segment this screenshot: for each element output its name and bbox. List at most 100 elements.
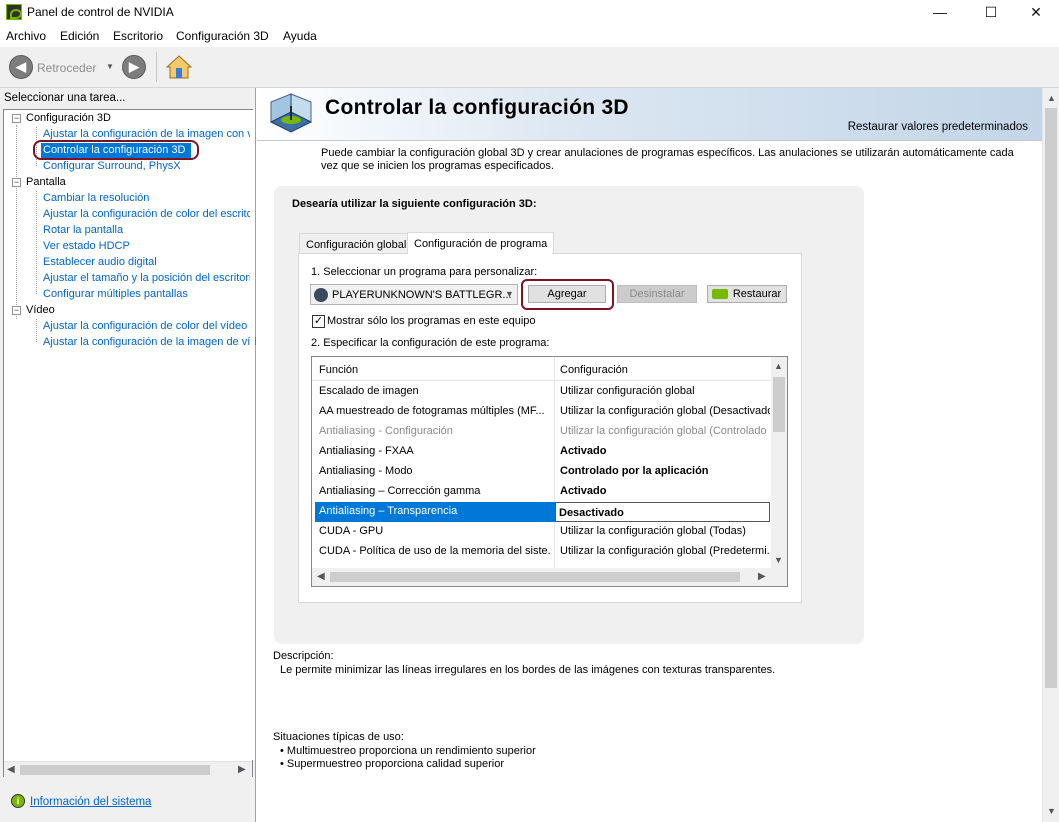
tree-item-imagen-video[interactable]: Ajustar la configuración de la imagen de… [43,336,256,348]
menu-edicion[interactable]: Edición [60,29,99,43]
scroll-thumb[interactable] [20,765,210,775]
tree-horizontal-scrollbar[interactable]: ◀ ▶ [4,761,252,777]
tree-clip [250,110,255,760]
collapse-icon[interactable]: − [12,114,21,123]
restore-program-button[interactable]: Restaurar [707,285,787,303]
tree-item-tamano[interactable]: Ajustar el tamaño y la posición del escr… [43,272,251,284]
usage-item: • Supermuestreo proporciona calidad supe… [280,758,504,770]
setting-row[interactable]: CUDA - GPU Utilizar la configuración glob… [312,522,771,542]
scroll-right-icon[interactable]: ▶ [758,571,766,582]
scroll-up-icon[interactable]: ▲ [1047,93,1056,103]
window-title: Panel de control de NVIDIA [27,5,174,19]
system-info-icon[interactable]: i [11,794,25,808]
nvidia-logo-icon [6,4,22,20]
setting-row[interactable]: Antialiasing – Corrección gamma Activado [312,482,771,502]
forward-arrow-icon[interactable]: ▶ [122,55,146,79]
uninstall-button[interactable]: Desinstalar [617,285,697,303]
menu-configuracion-3d[interactable]: Configuración 3D [176,29,269,43]
usage-label: Situaciones típicas de uso: [273,731,404,743]
show-only-label: Mostrar sólo los programas en este equip… [327,315,536,327]
scroll-left-icon[interactable]: ◀ [7,764,15,775]
toolbar: ◀ Retroceder ▼ ▶ [0,47,1059,88]
menu-escritorio[interactable]: Escritorio [113,29,163,43]
select-task-label: Seleccionar una tarea... [4,92,126,104]
restore-defaults-link[interactable]: Restaurar valores predeterminados [848,121,1028,133]
grid-horizontal-scrollbar[interactable]: ◀ ▶ [312,568,787,586]
chevron-down-icon: ▼ [505,289,514,299]
tree-item-pantalla[interactable]: Pantalla [26,176,66,188]
tree-item-hdcp[interactable]: Ver estado HDCP [43,240,130,252]
title-bar: Panel de control de NVIDIA — ☐ ✕ [0,0,1059,24]
program-select-value: PLAYERUNKNOWN'S BATTLEGR... [332,289,512,301]
collapse-icon[interactable]: − [12,178,21,187]
minimize-button[interactable]: — [917,0,963,24]
tree-item-resolucion[interactable]: Cambiar la resolución [43,192,149,204]
toolbar-separator [156,52,157,82]
scroll-left-icon[interactable]: ◀ [317,571,325,582]
scroll-thumb[interactable] [773,377,785,432]
highlight-ring [33,140,199,160]
tree-item-multiples[interactable]: Configurar múltiples pantallas [43,288,188,300]
setting-row[interactable]: CUDA - Política de uso de la memoria del… [312,542,771,562]
tree-item-configuracion-3d[interactable]: Configuración 3D [26,112,111,124]
menu-archivo[interactable]: Archivo [6,29,46,43]
scroll-thumb[interactable] [330,572,740,582]
settings-grid: Función Configuración Escalado de imagen… [311,356,788,587]
system-info-link[interactable]: Información del sistema [30,796,151,808]
close-button[interactable]: ✕ [1013,0,1059,24]
history-dropdown-icon[interactable]: ▼ [106,62,114,71]
content-vertical-scrollbar[interactable]: ▲ ▼ [1042,88,1059,822]
show-only-checkbox[interactable]: ✓ [312,315,325,328]
tree-item-rotar[interactable]: Rotar la pantalla [43,224,123,236]
setting-row[interactable]: Escalado de imagen Utilizar configuración… [312,382,771,402]
tree-item-ajustar-imagen[interactable]: Ajustar la configuración de la imagen co… [43,128,253,140]
tree-item-audio[interactable]: Establecer audio digital [43,256,157,268]
setting-row[interactable]: Antialiasing - FXAA Activado [312,442,771,462]
tree-line [16,125,17,319]
tab-configuracion-global[interactable]: Configuración global [299,233,414,254]
setting-row[interactable]: Antialiasing - Modo Controlado por la apl… [312,462,771,482]
nvidia-icon [712,289,728,299]
setting-row-selected[interactable]: Antialiasing – Transparencia Desactivado [312,502,771,522]
setting-row[interactable]: AA muestreado de fotogramas múltiples (M… [312,402,771,422]
setting-row[interactable]: Antialiasing - Configuración Utilizar la … [312,422,771,442]
column-divider[interactable] [554,357,555,381]
grid-header: Función Configuración [312,357,771,381]
tree-item-color-video[interactable]: Ajustar la configuración de color del ví… [43,320,247,332]
scroll-down-icon[interactable]: ▼ [774,555,783,565]
step2-label: 2. Especificar la configuración de este … [311,337,550,349]
column-header-setting[interactable]: Configuración [560,364,628,376]
intro-text: Puede cambiar la configuración global 3D… [321,147,1014,172]
tree-line [36,319,37,342]
3d-settings-icon [267,92,315,138]
highlight-ring [521,279,614,310]
tab-configuracion-programa[interactable]: Configuración de programa [407,232,555,254]
scroll-thumb[interactable] [1045,108,1057,688]
grid-vertical-scrollbar[interactable]: ▲ ▼ [771,357,787,569]
home-icon[interactable] [165,54,193,80]
collapse-icon[interactable]: − [12,306,21,315]
menu-ayuda[interactable]: Ayuda [283,29,317,43]
back-label[interactable]: Retroceder [37,61,96,75]
menu-bar: Archivo Edición Escritorio Configuración… [0,25,1059,47]
step1-label: 1. Seleccionar un programa para personal… [311,266,538,278]
usage-item: • Multimuestreo proporciona un rendimien… [280,745,536,757]
header-divider [257,140,1042,141]
tree-item-color-escritorio[interactable]: Ajustar la configuración de color del es… [43,208,253,220]
program-select[interactable]: PLAYERUNKNOWN'S BATTLEGR... ▼ [310,284,518,305]
column-header-function[interactable]: Función [319,364,358,376]
tab-join [408,253,552,255]
tree-line [36,191,37,294]
restore-program-label: Restaurar [732,288,782,300]
scroll-right-icon[interactable]: ▶ [238,764,246,775]
scroll-up-icon[interactable]: ▲ [774,361,783,371]
tree-item-video[interactable]: Vídeo [26,304,55,316]
back-arrow-icon[interactable]: ◀ [9,55,33,79]
scroll-down-icon[interactable]: ▼ [1047,806,1056,816]
tree-item-surround[interactable]: Configurar Surround, PhysX [43,160,181,172]
maximize-button[interactable]: ☐ [968,0,1014,24]
panel-question: Desearía utilizar la siguiente configura… [292,198,537,210]
description-label: Descripción: [273,650,334,662]
description-text: Le permite minimizar las líneas irregula… [280,664,776,676]
program-icon [314,288,328,302]
